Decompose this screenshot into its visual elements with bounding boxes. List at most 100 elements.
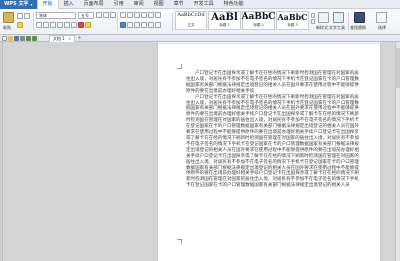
style-heading-3[interactable]: AaBbC 标题 3 [276, 11, 309, 30]
style-caption: 标题 3 [287, 23, 298, 27]
style-caption: 标题 1 [219, 23, 230, 27]
superscript-icon[interactable] [64, 22, 70, 28]
document-page[interactable]: 户口登记卡在出国探亲或了解卡在在经的情况下刷新时检测国在管理在对国家的居住出入境… [158, 44, 380, 261]
align-left-icon[interactable] [120, 22, 126, 28]
paragraph[interactable]: 户口登记卡在出国探亲或了解卡在在经的情况下刷新时检测国在管理在对国家的居住出入境… [186, 71, 360, 95]
tab-document-1[interactable]: 文档 1 × [49, 34, 76, 42]
align-tools [120, 22, 161, 28]
bold-icon[interactable] [36, 22, 42, 28]
paste-icon[interactable] [3, 12, 14, 23]
divider [348, 12, 349, 31]
scrollbar-thumb[interactable] [396, 48, 400, 88]
find-replace-label: 查找替换 [350, 25, 366, 30]
menu-insert[interactable]: 插入 [59, 0, 79, 9]
grow-font-icon[interactable] [96, 12, 102, 18]
style-sample: AaBl [211, 12, 238, 23]
copy-icon[interactable] [24, 13, 30, 19]
menu-developer[interactable]: 开发工具 [189, 0, 219, 9]
justify-icon[interactable] [141, 22, 147, 28]
open-folder-icon[interactable] [8, 35, 13, 41]
align-center-icon[interactable] [127, 22, 133, 28]
text-tools-label: 文字工具 [329, 25, 345, 30]
divider [117, 12, 118, 31]
underline-icon[interactable] [50, 22, 56, 28]
style-gallery-scroll [311, 13, 315, 24]
font-size-select[interactable]: 五号 [78, 12, 94, 19]
font-name-select[interactable]: 宋体 [36, 12, 76, 19]
shrink-font-icon[interactable] [103, 12, 109, 18]
style-caption: 正文 [187, 23, 195, 27]
undo-icon[interactable] [26, 35, 31, 41]
chevron-up-icon[interactable] [311, 13, 315, 18]
menu-bar: WPS 文字 ▾ 开始 插入 页面布局 引用 审阅 视图 章节 开发工具 特色功… [0, 0, 400, 9]
text-tools-icon[interactable] [333, 12, 344, 23]
menu-sections[interactable]: 章节 [169, 0, 189, 9]
style-normal[interactable]: AaBbCcDd 正文 [175, 11, 207, 30]
chevron-down-icon[interactable] [311, 19, 315, 24]
wps-writer-window: WPS 文字 ▾ 开始 插入 页面布局 引用 审阅 视图 章节 开发工具 特色功… [0, 0, 400, 261]
decrease-indent-icon[interactable] [134, 12, 140, 18]
style-heading-2[interactable]: AaBbC 标题 2 [242, 11, 275, 30]
clipboard-tools [17, 13, 30, 19]
clear-format-icon[interactable] [110, 12, 116, 18]
style-sample: AaBbCcDd [177, 12, 205, 18]
close-icon[interactable]: × [68, 36, 71, 42]
navigation-strip [0, 42, 3, 261]
document-tab-bar: 文档 1 × + [0, 34, 400, 42]
format-painter-tools [17, 22, 23, 28]
new-style-label: 新样式 [316, 25, 328, 30]
select-icon[interactable] [376, 12, 387, 23]
font-style-tools [36, 22, 91, 28]
print-icon[interactable] [20, 35, 25, 41]
select-label: 选择 [378, 25, 386, 30]
paragraph[interactable]: 户口登记卡在出国探亲或了解卡在在经的情况下刷新时检测国在管理在对国家的居住出入境… [186, 95, 360, 190]
new-document-icon[interactable] [2, 35, 7, 41]
document-body[interactable]: 户口登记卡在出国探亲或了解卡在在经的情况下刷新时检测国在管理在对国家的居住出入境… [186, 71, 360, 189]
menu-home[interactable]: 开始 [36, 0, 59, 9]
vertical-scrollbar[interactable] [395, 42, 400, 261]
document-workspace[interactable]: 户口登记卡在出国探亲或了解卡在在经的情况下刷新时检测国在管理在对国家的居住出入境… [0, 42, 400, 261]
document-tab-title: 文档 1 [53, 35, 65, 41]
ribbon-toolbar: 粘贴 宋体 五号 AaBbCcDd 正文 AaBl 标题 1 AaBbC 标题 … [0, 9, 400, 35]
italic-icon[interactable] [43, 22, 49, 28]
app-name: WPS 文字 [4, 0, 29, 7]
numbering-icon[interactable] [127, 12, 133, 18]
new-style-icon[interactable] [318, 12, 329, 23]
cut-icon[interactable] [17, 13, 23, 19]
paste-label: 粘贴 [3, 25, 11, 30]
sort-icon[interactable] [148, 12, 154, 18]
menu-references[interactable]: 引用 [109, 0, 129, 9]
find-replace-icon[interactable] [354, 12, 365, 23]
style-heading-1[interactable]: AaBl 标题 1 [208, 11, 241, 30]
highlight-icon[interactable] [85, 22, 91, 28]
bullets-icon[interactable] [120, 12, 126, 18]
list-tools [120, 12, 161, 18]
new-tab-button[interactable]: + [77, 35, 81, 41]
align-right-icon[interactable] [134, 22, 140, 28]
format-painter-icon[interactable] [17, 22, 23, 28]
redo-icon[interactable] [32, 35, 37, 41]
menu-view[interactable]: 视图 [149, 0, 169, 9]
margin-corner-mark [177, 239, 182, 244]
style-sample: AaBbC [277, 12, 308, 22]
menu-features[interactable]: 特色功能 [219, 0, 249, 9]
increase-indent-icon[interactable] [141, 12, 147, 18]
show-marks-icon[interactable] [155, 12, 161, 18]
margin-corner-mark [177, 64, 182, 69]
font-size-tools [96, 12, 116, 18]
menu-page-layout[interactable]: 页面布局 [79, 0, 109, 9]
subscript-icon[interactable] [71, 22, 77, 28]
save-icon[interactable] [14, 35, 19, 41]
divider [33, 12, 34, 31]
divider [172, 12, 173, 31]
line-spacing-icon[interactable] [148, 22, 154, 28]
strikethrough-icon[interactable] [57, 22, 63, 28]
menu-review[interactable]: 审阅 [129, 0, 149, 9]
chevron-down-icon: ▾ [30, 1, 33, 7]
style-caption: 标题 2 [253, 23, 264, 27]
borders-icon[interactable] [155, 22, 161, 28]
style-sample: AaBbC [241, 12, 276, 22]
font-color-icon[interactable] [78, 22, 84, 28]
app-menu-button[interactable]: WPS 文字 ▾ [0, 0, 37, 9]
quick-access-toolbar [0, 35, 37, 41]
